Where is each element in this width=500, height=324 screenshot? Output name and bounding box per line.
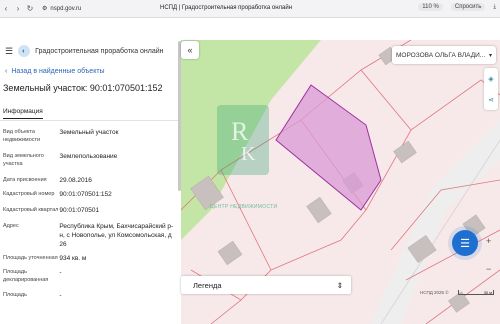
field-row: Дата присвоения 29.08.2016 bbox=[3, 176, 178, 185]
ask-button[interactable]: Спросить bbox=[450, 3, 486, 11]
back-icon[interactable]: ‹ bbox=[0, 4, 12, 13]
legend-label: Легенда bbox=[193, 280, 222, 290]
zoom-level[interactable]: 110 % bbox=[418, 3, 443, 11]
app-title: Градостроительная проработка онлайн bbox=[35, 47, 164, 55]
field-value: Землепользование bbox=[59, 153, 118, 160]
field-value: Республика Крым, Бахчисарайский р-н, с Н… bbox=[59, 223, 174, 248]
tab-title: НСПД | Градостроительная проработка онла… bbox=[160, 5, 293, 11]
tab-information[interactable]: Информация bbox=[3, 108, 43, 119]
field-value: 934 кв. м bbox=[59, 255, 87, 262]
forward-icon[interactable]: › bbox=[12, 4, 24, 13]
field-row: Площадь - bbox=[3, 291, 178, 300]
zoom-out-icon[interactable]: − bbox=[486, 264, 491, 274]
watermark-k: K bbox=[241, 143, 256, 165]
copyright-text: НСПД 2025 © bbox=[420, 290, 449, 295]
layers-icon[interactable]: ◈ bbox=[488, 75, 493, 83]
field-key: Кадастровый квартал bbox=[3, 207, 59, 213]
menu-icon[interactable]: ☰ bbox=[5, 46, 13, 57]
road-edge bbox=[380, 139, 500, 324]
field-row: Площадь декларированная - bbox=[3, 268, 178, 284]
url-text: nspd.gov.ru bbox=[50, 5, 82, 12]
share-icon[interactable]: ⋖ bbox=[488, 96, 494, 104]
field-key: Адрес bbox=[3, 223, 19, 229]
field-row: Вид объекта недвижимости Земельный участ… bbox=[3, 128, 178, 144]
field-value: Земельный участок bbox=[59, 129, 119, 136]
app-header: ☰ ◐ Градостроительная проработка онлайн bbox=[0, 40, 181, 62]
chevron-down-icon: ▾ bbox=[488, 52, 492, 59]
collapse-panel-button[interactable]: « bbox=[181, 41, 199, 59]
chevron-left-icon: ‹ bbox=[5, 68, 8, 75]
reload-icon[interactable]: ↻ bbox=[24, 4, 36, 13]
watermark-r: R bbox=[231, 117, 249, 146]
map-toolbar: ◈ ⋖ bbox=[484, 68, 498, 110]
map-copyright: НСПД 2025 © bbox=[420, 290, 449, 295]
back-to-results-link[interactable]: ‹ Назад в найденные объекты bbox=[5, 68, 105, 75]
field-row: Кадастровый номер 90:01:070501:152 bbox=[3, 190, 178, 199]
list-icon: ☰ bbox=[460, 237, 470, 250]
zoom-controls: + − bbox=[486, 236, 491, 274]
field-key: Площадь уточненная bbox=[3, 255, 58, 261]
scale-bar: 30 м bbox=[458, 290, 494, 295]
watermark-caption: ЦЕНТР НЕДВИЖИМОСТИ bbox=[210, 204, 278, 210]
address-bar[interactable]: ⚙ nspd.gov.ru bbox=[42, 5, 82, 13]
zoom-in-icon[interactable]: + bbox=[486, 236, 491, 246]
field-row: Вид земельного участка Землепользование bbox=[3, 152, 178, 168]
field-key: Площадь декларированная bbox=[3, 269, 49, 283]
field-key: Кадастровый номер bbox=[3, 191, 55, 197]
owner-select-value: МОРОЗОВА ОЛЬГА ВЛАДИ... bbox=[396, 51, 486, 59]
field-key: Вид земельного участка bbox=[3, 153, 44, 167]
site-info-icon[interactable]: ⚙ bbox=[42, 5, 47, 12]
field-value: 90:01:070501 bbox=[59, 207, 100, 214]
field-key: Дата присвоения bbox=[3, 177, 47, 183]
logo-icon: ◐ bbox=[18, 45, 31, 57]
tab-divider bbox=[0, 120, 181, 121]
field-value: - bbox=[59, 269, 62, 276]
field-row: Кадастровый квартал 90:01:070501 bbox=[3, 206, 178, 215]
parcel-title: Земельный участок: 90:01:070501:152 bbox=[3, 83, 163, 93]
owner-select[interactable]: МОРОЗОВА ОЛЬГА ВЛАДИ... ▾ bbox=[392, 46, 496, 64]
field-row: Площадь уточненная 934 кв. м bbox=[3, 254, 178, 263]
expand-icon[interactable]: ⇕ bbox=[337, 281, 343, 290]
field-row: Адрес Республика Крым, Бахчисарайский р-… bbox=[3, 222, 178, 249]
scale-label: 30 м bbox=[483, 290, 492, 295]
field-value: - bbox=[59, 292, 62, 299]
field-value: 29.08.2016 bbox=[59, 177, 92, 184]
field-key: Площадь bbox=[3, 292, 27, 298]
chat-button[interactable]: ☰ bbox=[452, 230, 478, 256]
selected-parcel[interactable] bbox=[275, 84, 382, 211]
legend-bar[interactable]: Легенда ⇕ bbox=[181, 276, 351, 294]
field-value: 90:01:070501:152 bbox=[59, 191, 112, 198]
download-icon[interactable]: ⤓ bbox=[493, 4, 496, 11]
field-key: Вид объекта недвижимости bbox=[3, 129, 41, 143]
back-link-label: Назад в найденные объекты bbox=[11, 68, 105, 75]
